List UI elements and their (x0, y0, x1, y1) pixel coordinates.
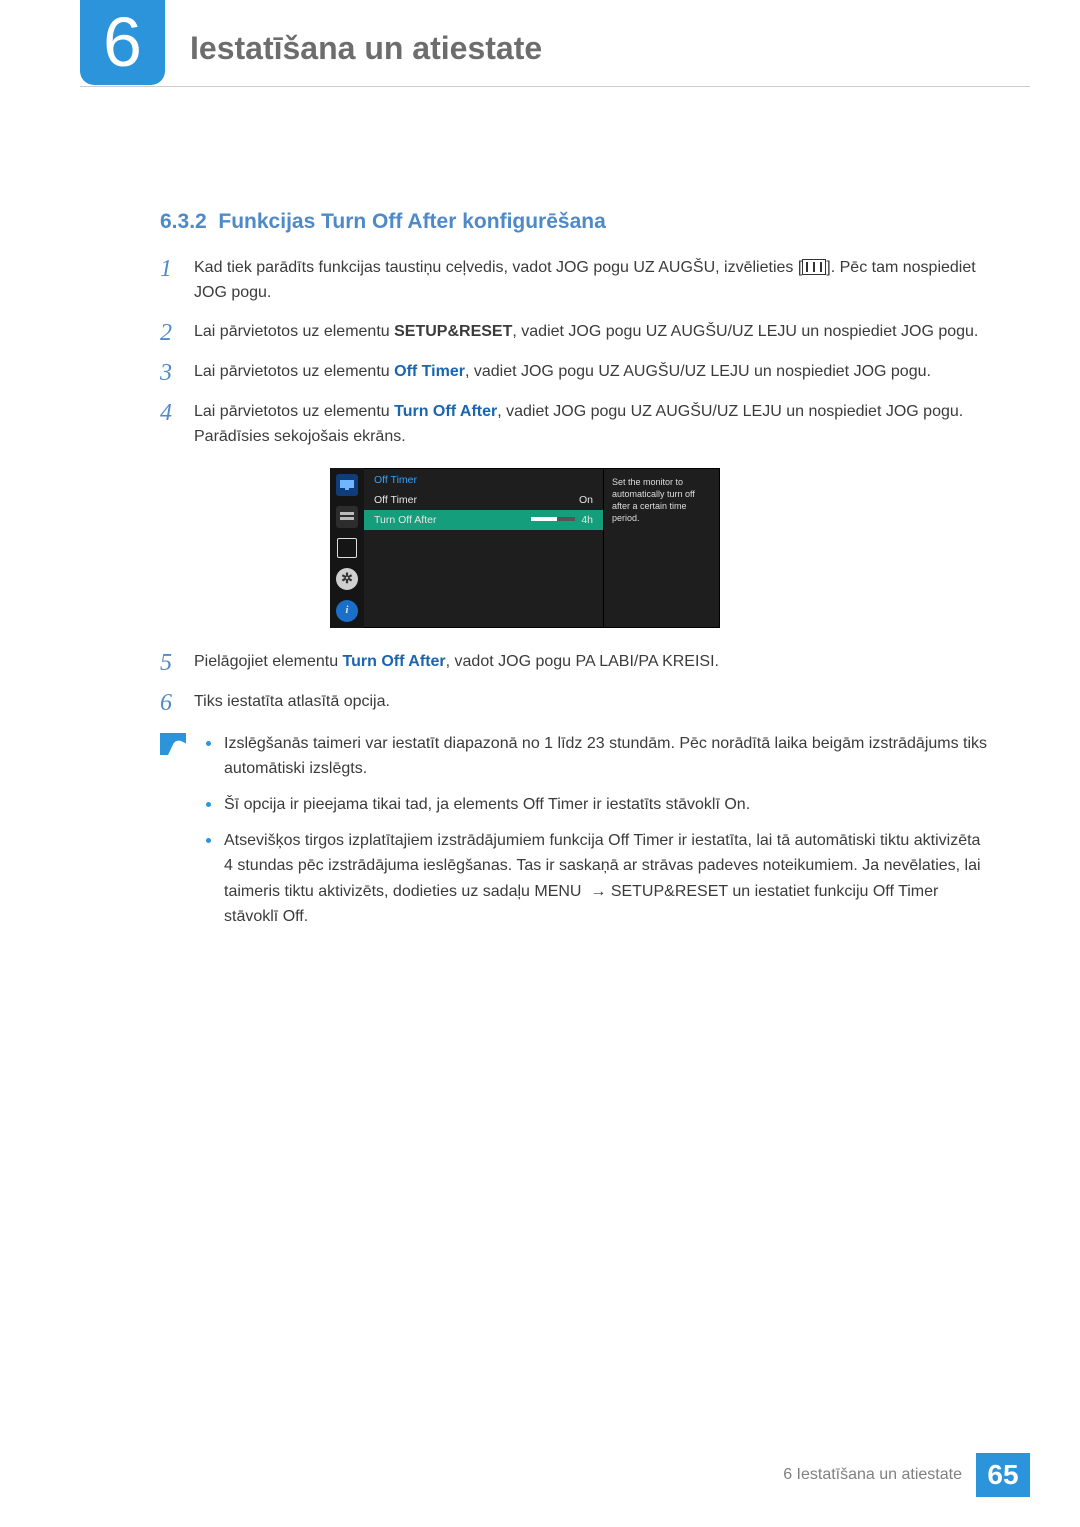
list-icon (336, 506, 358, 528)
section-title: Funkcijas Turn Off After konfigurēšana (218, 210, 605, 233)
step-number: 5 (160, 650, 194, 676)
steps-list: 1 Kad tiek parādīts funkcijas taustiņu c… (160, 256, 990, 450)
step-text: Tiks iestatīta atlasītā opcija. (194, 690, 390, 715)
note-item: Šī opcija ir pieejama tikai tad, ja elem… (204, 792, 990, 818)
step-number: 2 (160, 320, 194, 346)
step-5: 5 Pielāgojiet elementu Turn Off After, v… (160, 650, 990, 676)
note-block: Izslēgšanās taimeri var iestatīt diapazo… (160, 731, 990, 940)
step-1: 1 Kad tiek parādīts funkcijas taustiņu c… (160, 256, 990, 306)
chapter-number-badge: 6 (80, 0, 165, 85)
step-number: 6 (160, 690, 194, 716)
note-item: Atsevišķos tirgos izplatītajiem izstrādā… (204, 828, 990, 930)
osd-row-label: Off Timer (374, 494, 417, 506)
menu-icon (802, 259, 826, 275)
monitor-icon (336, 474, 358, 496)
step-number: 1 (160, 256, 194, 282)
step-3: 3 Lai pārvietotos uz elementu Off Timer,… (160, 360, 990, 386)
step-text: Lai pārvietotos uz elementu SETUP&RESET,… (194, 320, 978, 345)
note-list: Izslēgšanās taimeri var iestatīt diapazo… (204, 731, 990, 940)
osd-panel: ✲ i Off Timer Off Timer On Turn Off Afte… (330, 468, 720, 628)
osd-row-value: 4h (519, 514, 593, 526)
info-icon: i (336, 600, 358, 622)
note-item: Izslēgšanās taimeri var iestatīt diapazo… (204, 731, 990, 782)
section-heading: 6.3.2 Funkcijas Turn Off After konfigurē… (160, 210, 990, 234)
footer-chapter-label: 6 Iestatīšana un atiestate (783, 1466, 962, 1484)
header-rule (80, 86, 1030, 87)
slider-bar-icon (519, 517, 575, 521)
arrow-icon: → (590, 879, 606, 905)
step-number: 4 (160, 400, 194, 426)
resize-icon (337, 538, 357, 558)
osd-menu-list: Off Timer Off Timer On Turn Off After 4h (364, 468, 603, 628)
osd-sidebar: ✲ i (330, 468, 364, 628)
step-number: 3 (160, 360, 194, 386)
step-text: Lai pārvietotos uz elementu Off Timer, v… (194, 360, 931, 385)
step-text: Kad tiek parādīts funkcijas taustiņu ceļ… (194, 256, 990, 306)
note-icon (160, 733, 186, 755)
page-header: 6 Iestatīšana un atiestate (0, 0, 1080, 20)
osd-row-label: Turn Off After (374, 514, 436, 526)
chapter-title: Iestatīšana un atiestate (190, 30, 542, 67)
step-6: 6 Tiks iestatīta atlasītā opcija. (160, 690, 990, 716)
step-4: 4 Lai pārvietotos uz elementu Turn Off A… (160, 400, 990, 450)
page-content: 6.3.2 Funkcijas Turn Off After konfigurē… (0, 20, 1080, 940)
steps-list-continued: 5 Pielāgojiet elementu Turn Off After, v… (160, 650, 990, 717)
osd-menu-title: Off Timer (364, 468, 603, 490)
section-number: 6.3.2 (160, 210, 207, 233)
step-text: Pielāgojiet elementu Turn Off After, vad… (194, 650, 719, 675)
osd-row-turn-off-after: Turn Off After 4h (364, 510, 603, 530)
osd-main: Off Timer Off Timer On Turn Off After 4h… (364, 468, 720, 628)
osd-row-value: On (579, 494, 593, 506)
gear-icon: ✲ (336, 568, 358, 590)
osd-row-off-timer: Off Timer On (364, 490, 603, 510)
osd-screenshot: ✲ i Off Timer Off Timer On Turn Off Afte… (330, 468, 990, 628)
step-2: 2 Lai pārvietotos uz elementu SETUP&RESE… (160, 320, 990, 346)
step-text: Lai pārvietotos uz elementu Turn Off Aft… (194, 400, 990, 450)
osd-help-text: Set the monitor to automatically turn of… (603, 468, 720, 628)
footer-page-number: 65 (976, 1453, 1030, 1497)
page-footer: 6 Iestatīšana un atiestate 65 (0, 1453, 1080, 1497)
